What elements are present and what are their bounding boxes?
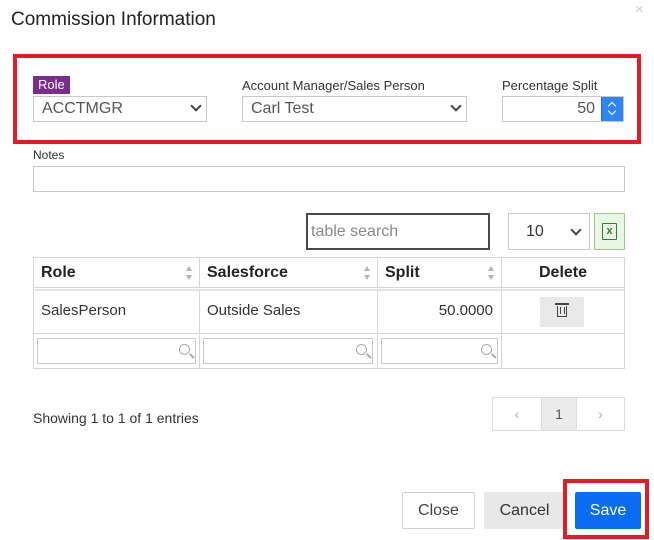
- manager-select[interactable]: Carl Test: [242, 96, 467, 122]
- column-header-role-label: Role: [41, 264, 76, 281]
- filter-cell-split: [378, 335, 502, 368]
- page-1-button[interactable]: 1: [541, 398, 577, 430]
- close-icon[interactable]: ×: [635, 2, 644, 17]
- notes-label: Notes: [33, 148, 65, 162]
- role-select[interactable]: ACCTMGR: [33, 96, 207, 122]
- chevron-down-icon: [190, 100, 202, 112]
- column-header-salesforce[interactable]: Salesforce: [200, 258, 378, 287]
- table-header-row: Role Salesforce Split Delete: [34, 258, 624, 288]
- column-header-salesforce-label: Salesforce: [207, 264, 288, 281]
- split-label: Percentage Split: [502, 78, 598, 93]
- split-spinner[interactable]: [601, 97, 623, 121]
- chevron-down-icon[interactable]: [607, 106, 617, 116]
- notes-field[interactable]: [33, 166, 625, 192]
- manager-label: Account Manager/Sales Person: [242, 78, 425, 93]
- role-filter-input[interactable]: [37, 338, 196, 364]
- save-button[interactable]: Save: [575, 492, 641, 529]
- next-page-button[interactable]: ›: [577, 398, 624, 430]
- role-label: Role: [33, 76, 70, 94]
- column-header-split-label: Split: [385, 264, 420, 281]
- chevron-down-icon: [570, 224, 582, 236]
- chevron-down-icon: [450, 100, 462, 112]
- sort-icon: [186, 266, 193, 280]
- dialog-title: Commission Information: [11, 9, 216, 30]
- page-length-value: 10: [526, 223, 544, 240]
- manager-select-value: Carl Test: [251, 100, 314, 117]
- filter-cell-delete: [502, 335, 624, 368]
- close-button[interactable]: Close: [402, 492, 475, 529]
- cell-delete: [502, 291, 624, 333]
- sort-icon: [364, 266, 371, 280]
- column-header-delete: Delete: [502, 258, 624, 287]
- pagination: ‹ 1 ›: [492, 397, 625, 431]
- split-input[interactable]: 50: [502, 96, 624, 122]
- cancel-button[interactable]: Cancel: [484, 492, 565, 529]
- split-input-value: 50: [577, 100, 595, 117]
- split-filter-input[interactable]: [381, 338, 498, 364]
- table-filter-row: [34, 335, 624, 368]
- search-icon: [179, 344, 190, 355]
- previous-page-button[interactable]: ‹: [493, 398, 541, 430]
- commission-table: Role Salesforce Split Delete SalesPerson…: [33, 257, 625, 369]
- sort-icon: [488, 266, 495, 280]
- page-length-select[interactable]: 10: [508, 213, 590, 250]
- cell-split: 50.0000: [378, 291, 502, 333]
- table-row[interactable]: SalesPerson Outside Sales 50.0000: [34, 289, 624, 334]
- excel-export-button[interactable]: x: [594, 213, 625, 250]
- trash-icon: [555, 303, 569, 317]
- column-header-delete-label: Delete: [538, 264, 588, 281]
- table-search-input[interactable]: table search: [306, 213, 490, 250]
- salesforce-filter-input[interactable]: [203, 338, 373, 364]
- filter-cell-role: [34, 335, 200, 368]
- cell-role: SalesPerson: [34, 291, 200, 333]
- cell-salesforce: Outside Sales: [200, 291, 378, 333]
- excel-icon: x: [602, 223, 617, 240]
- filter-cell-salesforce: [200, 335, 378, 368]
- column-header-role[interactable]: Role: [34, 258, 200, 287]
- search-icon: [356, 344, 367, 355]
- role-select-value: ACCTMGR: [42, 100, 123, 117]
- column-header-split[interactable]: Split: [378, 258, 502, 287]
- delete-row-button[interactable]: [540, 297, 584, 327]
- table-info: Showing 1 to 1 of 1 entries: [33, 410, 199, 426]
- search-icon: [481, 344, 492, 355]
